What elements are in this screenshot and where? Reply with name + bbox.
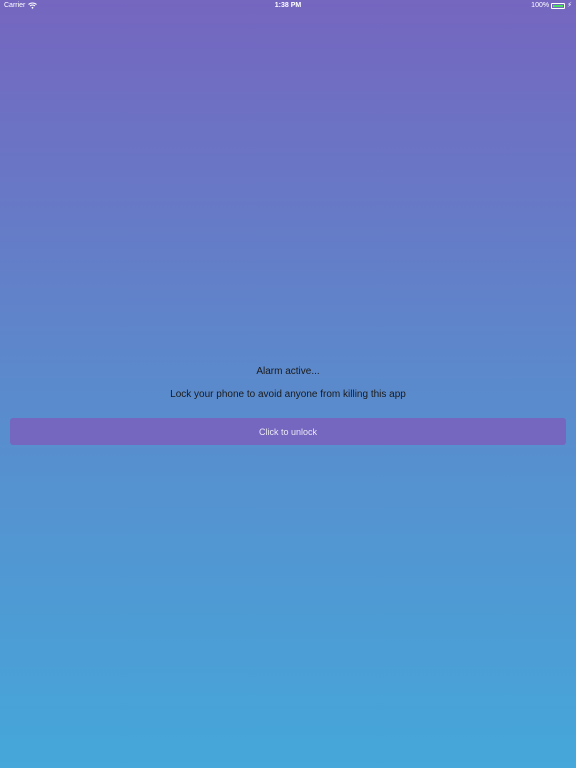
bolt-icon: ⚡︎: [567, 2, 572, 9]
battery-icon: [551, 2, 566, 9]
battery-fill: [553, 4, 564, 7]
lock-instruction-text: Lock your phone to avoid anyone from kil…: [170, 389, 406, 400]
battery-percent: 100%: [531, 2, 550, 9]
status-right: 100% ⚡︎: [531, 2, 572, 9]
alarm-content: Alarm active... Lock your phone to avoid…: [0, 364, 576, 403]
status-time: 1:38 PM: [274, 2, 302, 9]
alarm-status-text: Alarm active...: [256, 366, 320, 377]
unlock-button[interactable]: Click to unlock: [10, 418, 566, 445]
status-bar: Carrier 1:38 PM 100% ⚡︎: [0, 0, 576, 12]
